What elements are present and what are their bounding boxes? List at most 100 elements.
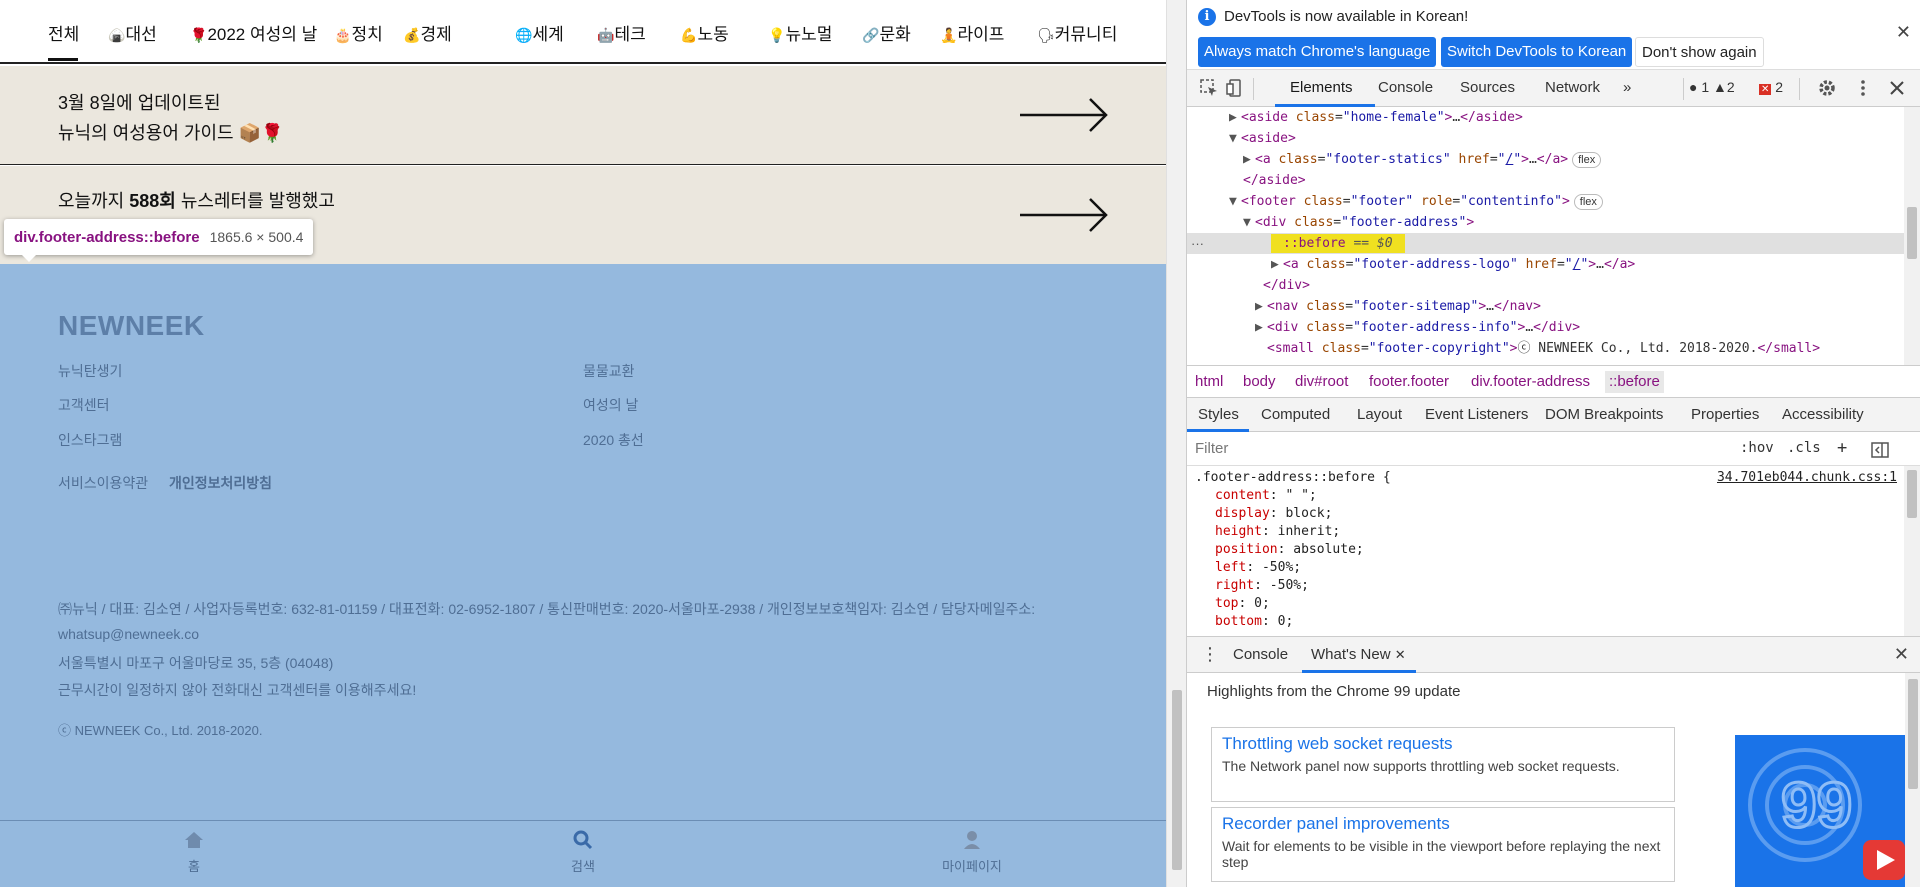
- css-declaration[interactable]: height: inherit;: [1215, 524, 1340, 539]
- kebab-menu-icon[interactable]: [1853, 78, 1873, 98]
- dom-node[interactable]: ▼ <div class="footer-address">: [1187, 212, 1905, 233]
- add-rule-button[interactable]: +: [1837, 438, 1847, 458]
- tab-console[interactable]: Console: [1233, 646, 1288, 663]
- crumb[interactable]: body: [1243, 373, 1276, 390]
- elements-scrollbar[interactable]: [1904, 107, 1920, 365]
- tab-world[interactable]: 🌐세계: [515, 20, 564, 45]
- tab-sources[interactable]: Sources: [1460, 79, 1515, 96]
- tab-labor[interactable]: 💪노동: [680, 20, 729, 45]
- dom-node-selected[interactable]: ···::before == $0: [1187, 233, 1905, 254]
- bottom-nav-search[interactable]: 검색: [523, 830, 643, 875]
- dom-node[interactable]: ▼ <footer class="footer" role="contentinf…: [1187, 191, 1905, 212]
- dom-node[interactable]: <small class="footer-copyright">ⓒ NEWNEE…: [1187, 338, 1905, 359]
- bottom-nav-mypage[interactable]: 마이페이지: [912, 830, 1032, 875]
- class-toggle[interactable]: .cls: [1787, 440, 1821, 456]
- inspect-icon[interactable]: [1199, 78, 1219, 98]
- crumb[interactable]: div#root: [1295, 373, 1348, 390]
- tab-all[interactable]: 전체: [48, 20, 79, 45]
- feature-card[interactable]: Throttling web socket requests The Netwo…: [1211, 727, 1675, 802]
- flex-badge[interactable]: flex: [1572, 152, 1602, 168]
- close-tab-icon[interactable]: ✕: [1395, 647, 1406, 662]
- close-drawer-icon[interactable]: ✕: [1894, 644, 1909, 665]
- tab-tech[interactable]: 🤖테크: [597, 20, 646, 45]
- gear-icon[interactable]: [1817, 78, 1837, 98]
- women-guide-banner[interactable]: 3월 8일에 업데이트된 뉴닉의 여성용어 가이드 📦🌹: [0, 66, 1166, 165]
- footer-link[interactable]: 물물교환: [583, 361, 635, 381]
- tab-politics[interactable]: 🎂정치: [334, 20, 383, 45]
- chrome-99-promo-image[interactable]: 99: [1735, 735, 1905, 887]
- footer-link[interactable]: 인스타그램: [58, 430, 122, 450]
- styles-scrollbar[interactable]: [1904, 466, 1920, 636]
- crumb[interactable]: footer.footer: [1369, 373, 1449, 390]
- tab-styles[interactable]: Styles: [1198, 406, 1239, 423]
- css-declaration[interactable]: bottom: 0;: [1215, 614, 1293, 629]
- tab-community[interactable]: 🗣커뮤니티: [1037, 20, 1117, 45]
- css-declaration[interactable]: right: -50%;: [1215, 578, 1309, 593]
- rule-selector[interactable]: .footer-address::before {: [1195, 470, 1391, 485]
- crumb[interactable]: div.footer-address: [1471, 373, 1590, 390]
- dont-show-button[interactable]: Don't show again: [1635, 37, 1764, 67]
- dom-node[interactable]: ▶ <a class="footer-statics" href="/">…</a…: [1187, 149, 1905, 170]
- flex-badge[interactable]: flex: [1573, 194, 1603, 210]
- css-declaration[interactable]: content: " ";: [1215, 488, 1317, 503]
- footer-link[interactable]: 2020 총선: [583, 430, 644, 450]
- crumb[interactable]: html: [1195, 373, 1223, 390]
- tab-console[interactable]: Console: [1378, 79, 1433, 96]
- feature-card[interactable]: Recorder panel improvements Wait for ele…: [1211, 807, 1675, 882]
- tab-layout[interactable]: Layout: [1357, 406, 1402, 423]
- privacy-link[interactable]: 개인정보처리방침: [169, 473, 272, 493]
- page-scrollbar[interactable]: [1166, 0, 1186, 887]
- tab-elements[interactable]: Elements: [1290, 79, 1353, 96]
- tab-whats-new[interactable]: What's New ✕: [1311, 646, 1406, 663]
- tab-network[interactable]: Network: [1545, 79, 1600, 96]
- tab-economy[interactable]: 💰경제: [403, 20, 452, 45]
- feature-title[interactable]: Recorder panel improvements: [1222, 814, 1664, 834]
- crumb-active[interactable]: ::before: [1605, 371, 1664, 393]
- tab-computed[interactable]: Computed: [1261, 406, 1330, 423]
- hover-state-toggle[interactable]: :hov: [1740, 440, 1774, 456]
- kebab-menu-icon[interactable]: ⋮: [1201, 644, 1219, 665]
- dom-node[interactable]: ▶ <div class="footer-address-info">…</div…: [1187, 317, 1905, 338]
- close-icon[interactable]: ✕: [1896, 22, 1911, 43]
- dom-node[interactable]: </div>: [1187, 275, 1905, 296]
- newneek-logo[interactable]: NEWNEEK: [58, 310, 205, 342]
- tab-new-normal[interactable]: 💡뉴노멀: [768, 20, 832, 45]
- dom-node[interactable]: ▶ <a class="footer-address-logo" href="/"…: [1187, 254, 1905, 275]
- match-language-button[interactable]: Always match Chrome's language: [1198, 37, 1437, 67]
- tab-event-listeners[interactable]: Event Listeners: [1425, 406, 1528, 423]
- css-declaration[interactable]: position: absolute;: [1215, 542, 1364, 557]
- drawer-scrollbar[interactable]: [1905, 673, 1920, 887]
- more-icon[interactable]: ···: [1191, 233, 1204, 254]
- scrollbar-thumb[interactable]: [1907, 470, 1917, 518]
- rule-source-link[interactable]: 34.701eb044.chunk.css:1: [1717, 470, 1897, 485]
- dom-node[interactable]: ▶ <aside class="home-female">…</aside>: [1187, 107, 1905, 128]
- tab-life[interactable]: 🧘라이프: [940, 20, 1004, 45]
- bottom-nav-home[interactable]: 홈: [134, 830, 254, 875]
- dom-node[interactable]: ▶ <nav class="footer-sitemap">…</nav>: [1187, 296, 1905, 317]
- css-declaration[interactable]: left: -50%;: [1215, 560, 1301, 575]
- css-declaration[interactable]: display: block;: [1215, 506, 1332, 521]
- issues-counter[interactable]: ● 1 ▲2: [1689, 79, 1735, 95]
- sidebar-toggle-icon[interactable]: [1871, 442, 1889, 458]
- footer-link[interactable]: 여성의 날: [583, 395, 638, 415]
- tab-womens-day[interactable]: 🌹2022 여성의 날: [190, 20, 317, 45]
- footer-link[interactable]: 고객센터: [58, 395, 110, 415]
- more-tabs-icon[interactable]: »: [1623, 79, 1631, 96]
- scrollbar-thumb[interactable]: [1172, 690, 1182, 870]
- tab-culture[interactable]: 🔗문화: [862, 20, 911, 45]
- css-declaration[interactable]: top: 0;: [1215, 596, 1270, 611]
- device-toolbar-icon[interactable]: [1225, 78, 1245, 98]
- scrollbar-thumb[interactable]: [1908, 679, 1918, 789]
- scrollbar-thumb[interactable]: [1907, 207, 1917, 259]
- dom-node[interactable]: ▼ <aside>: [1187, 128, 1905, 149]
- close-icon[interactable]: [1887, 78, 1907, 98]
- switch-korean-button[interactable]: Switch DevTools to Korean: [1441, 37, 1633, 67]
- feature-title[interactable]: Throttling web socket requests: [1222, 734, 1664, 754]
- filter-input[interactable]: Filter: [1195, 440, 1228, 457]
- error-counter[interactable]: ✕ 2: [1759, 79, 1783, 95]
- tab-accessibility[interactable]: Accessibility: [1782, 406, 1864, 423]
- terms-link[interactable]: 서비스이용약관: [58, 473, 148, 493]
- tab-dom-breakpoints[interactable]: DOM Breakpoints: [1545, 406, 1663, 423]
- dom-node[interactable]: </aside>: [1187, 170, 1905, 191]
- tab-election[interactable]: 🍙대선: [108, 20, 157, 45]
